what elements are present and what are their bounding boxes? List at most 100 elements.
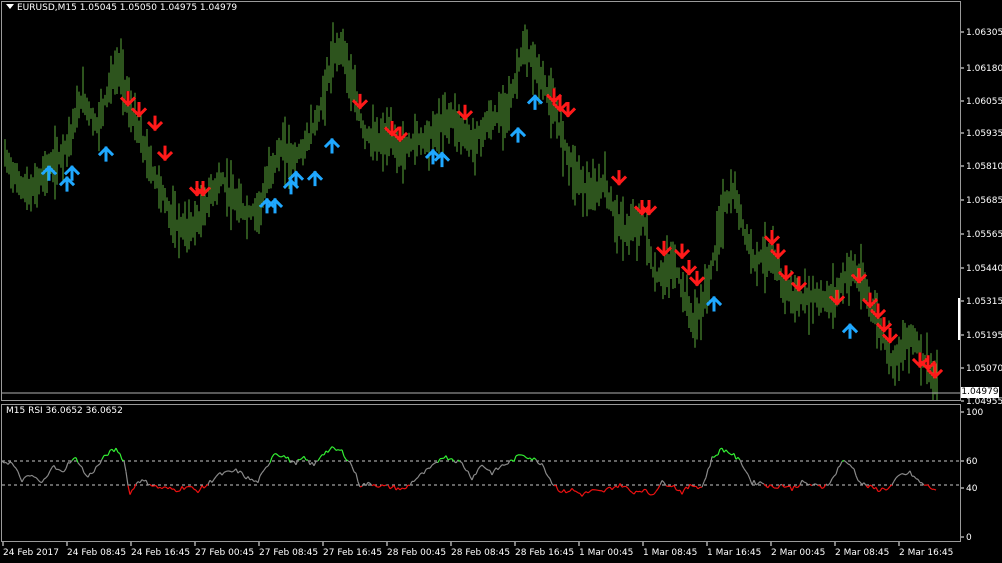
rsi-segment (199, 485, 203, 490)
scroll-handle[interactable] (958, 298, 960, 340)
rsi-segment (49, 467, 53, 472)
rsi-segment (745, 471, 749, 475)
rsi-segment (573, 490, 577, 492)
rsi-segment (71, 457, 75, 461)
rsi-segment (733, 453, 737, 460)
rsi-segment (645, 489, 649, 494)
rsi-chart-canvas[interactable] (2, 405, 960, 541)
rsi-segment (11, 462, 15, 467)
rsi-segment (471, 474, 475, 481)
sell-signal (688, 270, 706, 287)
rsi-segment (183, 486, 187, 490)
rsi-segment (727, 451, 731, 455)
down-arrow-icon (146, 115, 164, 132)
sell-signal (456, 104, 474, 121)
rsi-segment (563, 489, 567, 494)
rsi-segment (587, 490, 591, 494)
rsi-segment (295, 459, 299, 466)
rsi-segment (191, 486, 195, 490)
rsi-segment (487, 469, 491, 472)
rsi-segment (831, 475, 835, 480)
rsi-segment (277, 454, 281, 458)
rsi-segment (721, 447, 725, 453)
rsi-segment (335, 449, 339, 451)
rsi-segment (549, 478, 553, 485)
sell-signal (655, 240, 673, 257)
price-chart-pane[interactable]: EURUSD,M15 1.05045 1.05050 1.04975 1.049… (1, 1, 961, 401)
rsi-segment (625, 485, 629, 489)
price-tick-label: 1.06180 (966, 64, 1002, 74)
rsi-segment (545, 473, 549, 477)
rsi-segment (521, 454, 525, 457)
down-arrow-icon (156, 145, 174, 162)
sell-signal (545, 88, 563, 104)
rsi-segment (141, 479, 145, 482)
down-arrow-icon (688, 270, 706, 287)
rsi-segment (819, 485, 823, 489)
rsi-segment (459, 460, 463, 464)
rsi-segment (747, 474, 751, 480)
rsi-segment (83, 472, 87, 476)
rsi-segment (417, 473, 421, 478)
rsi-segment (355, 473, 359, 482)
rsi-segment (127, 485, 131, 495)
down-arrow-icon (875, 317, 893, 333)
rsi-segment (537, 462, 541, 466)
rsi-segment (603, 488, 607, 493)
rsi-segment (857, 480, 861, 483)
rsi-segment (207, 479, 211, 485)
current-price-tag: 1.04979 (961, 387, 999, 398)
rsi-tick-label: 0 (966, 533, 972, 543)
rsi-segment (815, 483, 819, 486)
rsi-segment (229, 470, 233, 473)
rsi-segment (913, 475, 917, 480)
rsi-segment (65, 462, 69, 469)
rsi-segment (577, 492, 581, 495)
rsi-segment (425, 467, 429, 470)
rsi-segment (97, 463, 101, 466)
rsi-segment (501, 464, 505, 466)
down-arrow-icon (545, 88, 563, 104)
rsi-segment (375, 485, 379, 488)
time-tick-label: 24 Feb 08:45 (67, 548, 126, 558)
up-arrow-icon (97, 146, 115, 162)
rsi-segment (47, 470, 51, 476)
rsi-segment (231, 470, 235, 473)
rsi-segment (703, 477, 707, 483)
rsi-segment (397, 487, 401, 491)
price-tick-label: 1.05070 (966, 364, 1002, 374)
rsi-segment (897, 474, 901, 477)
rsi-segment (433, 461, 437, 465)
price-chart-canvas[interactable] (2, 2, 960, 400)
rsi-segment (197, 489, 201, 494)
rsi-segment (265, 465, 269, 468)
rsi-segment (753, 480, 757, 486)
rsi-segment (365, 481, 369, 486)
rsi-segment (431, 463, 435, 466)
rsi-segment (303, 455, 307, 461)
rsi-segment (887, 486, 891, 490)
rsi-segment (367, 481, 371, 484)
rsi-segment (771, 485, 775, 489)
rsi-segment (269, 456, 273, 463)
rsi-segment (91, 471, 95, 475)
rsi-segment (221, 472, 225, 476)
price-tick-label: 1.05935 (966, 129, 1002, 139)
sell-signal (610, 170, 628, 186)
rsi-indicator-pane[interactable]: M15 RSI 36.0652 36.0652 (1, 404, 961, 542)
rsi-segment (891, 480, 895, 486)
rsi-segment (447, 458, 451, 461)
rsi-segment (613, 485, 617, 488)
rsi-segment (627, 487, 631, 492)
sell-signal (351, 93, 369, 110)
rsi-segment (283, 455, 287, 459)
rsi-segment (797, 484, 801, 488)
rsi-segment (399, 487, 403, 491)
chart-menu-triangle-icon[interactable] (6, 4, 14, 9)
rsi-segment (27, 474, 31, 477)
rsi-segment (329, 446, 333, 450)
rsi-segment (485, 468, 489, 471)
rsi-segment (875, 487, 879, 492)
rsi-segment (551, 483, 555, 487)
rsi-segment (135, 481, 139, 485)
